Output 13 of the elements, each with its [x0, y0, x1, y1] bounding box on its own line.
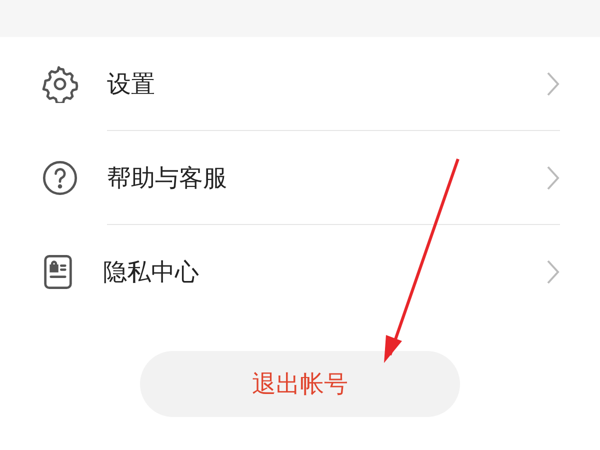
menu-label: 帮助与客服 — [107, 162, 228, 194]
chevron-right-icon — [546, 259, 560, 285]
menu-item[interactable]: 帮助与客服 — [0, 131, 600, 225]
help-icon — [41, 159, 79, 197]
menu-label: 隐私中心 — [103, 257, 200, 288]
menu-item[interactable]: 设置 — [0, 37, 600, 131]
menu-item[interactable]: 隐私中心 — [0, 225, 600, 319]
chevron-right-icon — [546, 70, 560, 96]
chevron-right-icon — [546, 164, 560, 190]
menu-label: 设置 — [107, 68, 156, 100]
logout-button[interactable]: 退出帐号 — [140, 351, 460, 417]
id-card-lock-icon — [41, 253, 75, 291]
settings-icon — [41, 65, 79, 103]
